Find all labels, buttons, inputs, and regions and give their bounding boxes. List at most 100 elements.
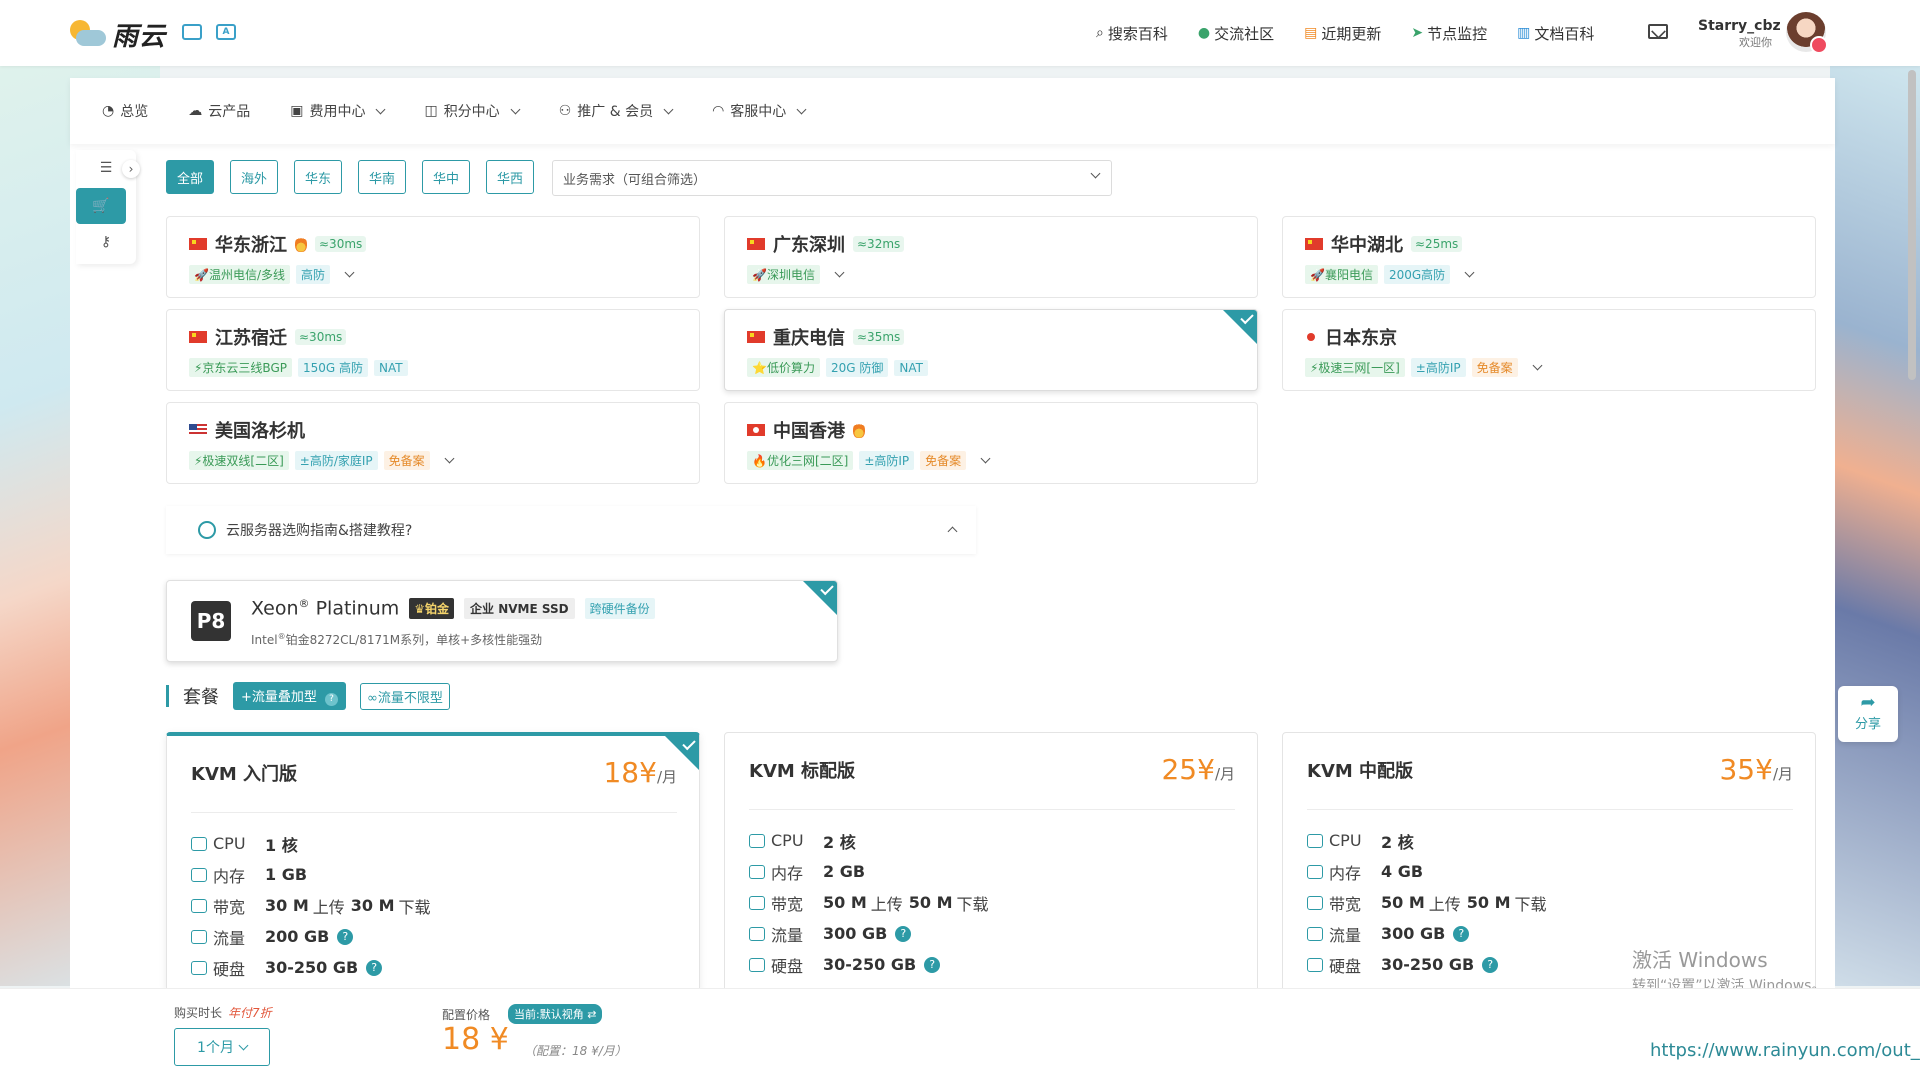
region-name: 江苏宿迁	[215, 328, 287, 349]
header-nav-item[interactable]: ➤ 节点监控	[1411, 23, 1487, 44]
region-card[interactable]: 华东浙江 ≈30ms 🚀温州电信/多线 高防	[166, 216, 700, 298]
region-card[interactable]: 重庆电信 ≈35ms ⭐低价算力 20G 防御 NAT	[724, 309, 1258, 391]
region-tags: 🚀深圳电信	[747, 265, 1257, 284]
region-filter-button[interactable]: 全部	[166, 160, 214, 194]
header-nav-item[interactable]: ⌕ 搜索百科	[1096, 23, 1168, 44]
rail-expand-icon[interactable]: ›	[122, 160, 140, 178]
main-nav-item[interactable]: ⚇ 推广 & 会员	[559, 101, 674, 121]
chevron-down-icon[interactable]	[1532, 360, 1543, 371]
help-icon[interactable]: ?	[1453, 925, 1470, 942]
chevron-down-icon[interactable]	[834, 267, 845, 278]
user-info[interactable]: Starry_cbz 欢迎你	[1698, 18, 1781, 50]
help-icon[interactable]: ?	[325, 693, 339, 706]
scrollbar-thumb[interactable]	[1908, 70, 1916, 380]
region-card[interactable]: 华中湖北 ≈25ms 🚀襄阳电信 200G高防	[1282, 216, 1816, 298]
logo-text: 雨云	[112, 22, 167, 52]
main-nav-item[interactable]: ◔ 总览	[102, 101, 148, 121]
plan-price-value: 18¥	[603, 756, 657, 789]
mail-icon[interactable]	[1648, 24, 1668, 39]
bandwidth-icon	[749, 895, 765, 910]
share-button[interactable]: ➦ 分享	[1838, 686, 1898, 742]
main-nav-item[interactable]: ◠ 客服中心	[712, 101, 807, 121]
total-price: 18 ¥	[442, 1022, 509, 1057]
region-tag: 🚀温州电信/多线	[189, 265, 290, 284]
region-title: 中国香港	[747, 417, 1257, 443]
unlimited-traffic-button[interactable]: ∞流量不限型	[360, 682, 450, 710]
cpu-option-card[interactable]: P8 Xeon® Platinum ♛铂金 企业 NVME SSD 跨硬件备份 …	[166, 580, 838, 662]
main-nav-item[interactable]: ▣ 费用中心	[290, 101, 386, 121]
plan-price: 25¥/月	[1161, 753, 1235, 786]
cpu-name: Xeon® Platinum ♛铂金 企业 NVME SSD 跨硬件备份	[251, 597, 655, 619]
duration-value: 1个月	[197, 1040, 234, 1056]
chevron-down-icon[interactable]	[980, 453, 991, 464]
help-icon[interactable]: ?	[337, 928, 354, 945]
spec-value: 1 GB	[265, 865, 308, 884]
gift-icon: ◫	[424, 103, 438, 119]
image-icon[interactable]	[182, 24, 202, 40]
fire-icon	[853, 422, 865, 438]
spec-unit: 下载	[1514, 894, 1547, 914]
chevron-down-icon[interactable]	[344, 267, 355, 278]
spec-row: 流量 200 GB?	[191, 921, 431, 952]
region-card[interactable]: 美国洛杉机 ⚡极速双线[二区] ±高防/家庭IP 免备案	[166, 402, 700, 484]
key-icon[interactable]: ⚷	[76, 224, 136, 260]
region-card[interactable]: 江苏宿迁 ≈30ms ⚡京东云三线BGP 150G 高防 NAT	[166, 309, 700, 391]
cpu-description: Intel®铂金8272CL/8171M系列，单核+多核性能强劲	[251, 632, 543, 647]
region-card[interactable]: 广东深圳 ≈32ms 🚀深圳电信	[724, 216, 1258, 298]
compass-icon	[198, 521, 216, 539]
help-icon[interactable]: ?	[1482, 956, 1499, 973]
chevron-down-icon	[238, 1040, 249, 1050]
cpu-backup-badge: 跨硬件备份	[584, 597, 655, 619]
spec-label: 硬盘	[213, 959, 246, 979]
region-name: 广东深圳	[773, 235, 845, 256]
requirement-select[interactable]: 业务需求（可组合筛选）	[552, 160, 1112, 196]
chevron-down-icon	[510, 104, 521, 114]
region-card[interactable]: 中国香港 🔥优化三网[二区] ±高防IP 免备案	[724, 402, 1258, 484]
bottom-order-bar	[0, 988, 1920, 1080]
header-nav-item[interactable]: ● 交流社区	[1198, 23, 1274, 44]
spec-value: 30 M	[265, 896, 309, 915]
flag-icon	[1305, 238, 1323, 250]
traffic-icon	[191, 929, 207, 944]
region-tag: NAT	[894, 359, 928, 376]
duration-select[interactable]: 1个月	[174, 1028, 270, 1066]
traffic-addon-button[interactable]: +流量叠加型 ?	[233, 682, 347, 710]
help-icon[interactable]: ?	[895, 925, 912, 942]
region-name: 中国香港	[773, 421, 845, 442]
divider	[191, 812, 677, 813]
region-filter-button[interactable]: 海外	[230, 160, 278, 194]
header-nav-item[interactable]: ▤ 近期更新	[1304, 23, 1381, 44]
region-card[interactable]: 日本东京 ⚡极速三网[一区] ±高防IP 免备案	[1282, 309, 1816, 391]
region-filter-button[interactable]: 华西	[486, 160, 534, 194]
region-filter-button[interactable]: 华东	[294, 160, 342, 194]
guide-collapse[interactable]: 云服务器选购指南&搭建教程?	[166, 506, 976, 554]
disk-icon	[1307, 957, 1323, 972]
spec-value: 2 核	[823, 832, 856, 852]
traffic-icon	[1307, 926, 1323, 941]
header-nav-label: 交流社区	[1214, 24, 1275, 43]
view-toggle-button[interactable]: 当前:默认视角 ⇄	[508, 1004, 603, 1024]
spec-value: 30-250 GB	[823, 955, 917, 974]
chevron-down-icon[interactable]	[1464, 267, 1475, 278]
cart-icon[interactable]: 🛒	[76, 188, 126, 224]
region-filter-button[interactable]: 华南	[358, 160, 406, 194]
region-filter-button[interactable]: 华中	[422, 160, 470, 194]
region-tag: 200G高防	[1383, 265, 1451, 284]
spec-label: 硬盘	[1329, 956, 1362, 976]
spec-label: 内存	[1329, 863, 1362, 883]
plan-card[interactable]: KVM 入门版 18¥/月 CPU 1 核内存 1 GB 带宽 30 M 上传 30 M 下载 流量…	[166, 732, 700, 992]
help-icon[interactable]: ?	[924, 956, 941, 973]
main-nav-item[interactable]: ☁ 云产品	[188, 101, 250, 121]
header-nav-item[interactable]: ▥ 文档百科	[1517, 23, 1594, 44]
spec-value: 50 M	[823, 893, 867, 912]
plan-card[interactable]: KVM 标配版 25¥/月 CPU 2 核内存 2 GB 带宽 50 M 上传 50 M 下载 流量…	[724, 732, 1258, 992]
translate-icon[interactable]: A	[216, 24, 236, 40]
help-icon[interactable]: ?	[366, 959, 383, 976]
chevron-down-icon[interactable]	[444, 453, 455, 464]
cpu-tier-badge: ♛铂金	[409, 597, 455, 619]
weather-logo-icon	[70, 18, 106, 52]
logo[interactable]: 雨云	[70, 16, 166, 53]
watermark-line1: 激活 Windows	[1632, 948, 1768, 972]
spec-value: 1 核	[265, 835, 298, 855]
main-nav-item[interactable]: ◫ 积分中心	[424, 101, 521, 121]
